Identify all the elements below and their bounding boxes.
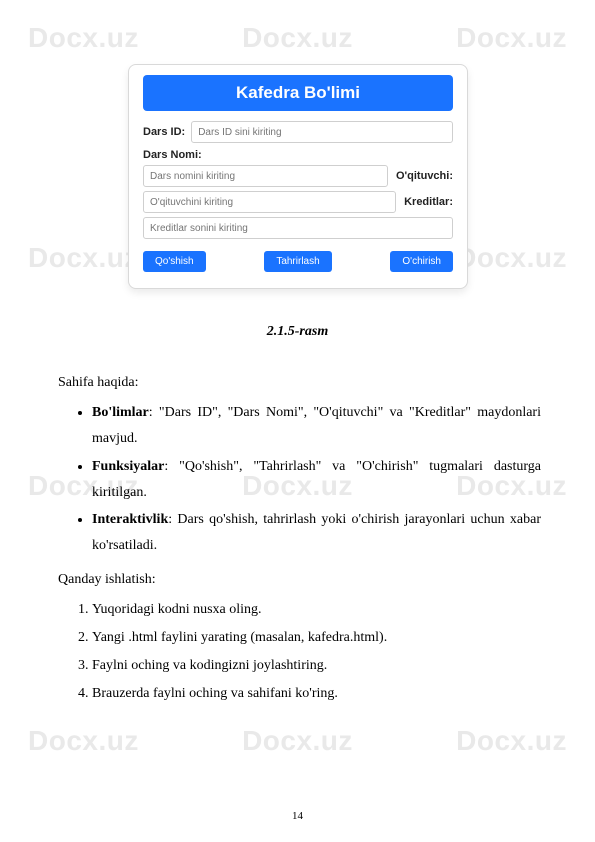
oqituvchi-input[interactable] [143,191,396,213]
list-item: Yuqoridagi kodni nusxa oling. [92,597,541,623]
steps-list: Yuqoridagi kodni nusxa oling. Yangi .htm… [58,597,541,707]
watermark: Docx.uz [242,725,353,757]
dars-nomi-input[interactable] [143,165,388,187]
list-item: Faylni oching va kodingizni joylashtirin… [92,653,541,679]
form-panel: Kafedra Bo'limi Dars ID: Dars Nomi: O'qi… [128,64,468,289]
bullet-list: Bo'limlar: "Dars ID", "Dars Nomi", "O'qi… [58,400,541,559]
dars-nomi-row: O'qituvchi: [143,165,453,187]
list-item: Funksiyalar: "Qo'shish", "Tahrirlash" va… [92,454,541,506]
watermark: Docx.uz [456,22,567,54]
list-item: Yangi .html faylini yarating (masalan, k… [92,625,541,651]
watermark: Docx.uz [456,242,567,274]
dars-id-row: Dars ID: [143,121,453,143]
list-item: Bo'limlar: "Dars ID", "Dars Nomi", "O'qi… [92,400,541,452]
edit-button[interactable]: Tahrirlash [264,251,331,272]
body-text: Sahifa haqida: Bo'limlar: "Dars ID", "Da… [58,368,541,715]
watermark: Docx.uz [28,242,139,274]
dars-nomi-label: Dars Nomi: [143,149,453,161]
list-item: Interaktivlik: Dars qo'shish, tahrirlash… [92,507,541,559]
watermark: Docx.uz [242,22,353,54]
watermark: Docx.uz [28,22,139,54]
kreditlar-row [143,217,453,239]
bullet-text: : "Dars ID", "Dars Nomi", "O'qituvchi" v… [92,405,541,446]
watermark: Docx.uz [28,725,139,757]
section-heading: Qanday ishlatish: [58,567,541,593]
button-row: Qo'shish Tahrirlash O'chirish [143,251,453,272]
oqituvchi-row: Kreditlar: [143,191,453,213]
section-heading: Sahifa haqida: [58,370,541,396]
bullet-bold: Bo'limlar [92,405,149,420]
dars-id-input[interactable] [191,121,453,143]
delete-button[interactable]: O'chirish [390,251,453,272]
kreditlar-input[interactable] [143,217,453,239]
oqituvchi-label: O'qituvchi: [396,170,453,182]
watermark: Docx.uz [456,725,567,757]
bullet-bold: Funksiyalar [92,459,164,474]
panel-title: Kafedra Bo'limi [143,75,453,111]
list-item: Brauzerda faylni oching va sahifani ko'r… [92,681,541,707]
dars-id-label: Dars ID: [143,126,185,138]
add-button[interactable]: Qo'shish [143,251,206,272]
figure-caption: 2.1.5-rasm [0,324,595,340]
kreditlar-label: Kreditlar: [404,196,453,208]
page-number: 14 [0,810,595,822]
bullet-bold: Interaktivlik [92,512,168,527]
